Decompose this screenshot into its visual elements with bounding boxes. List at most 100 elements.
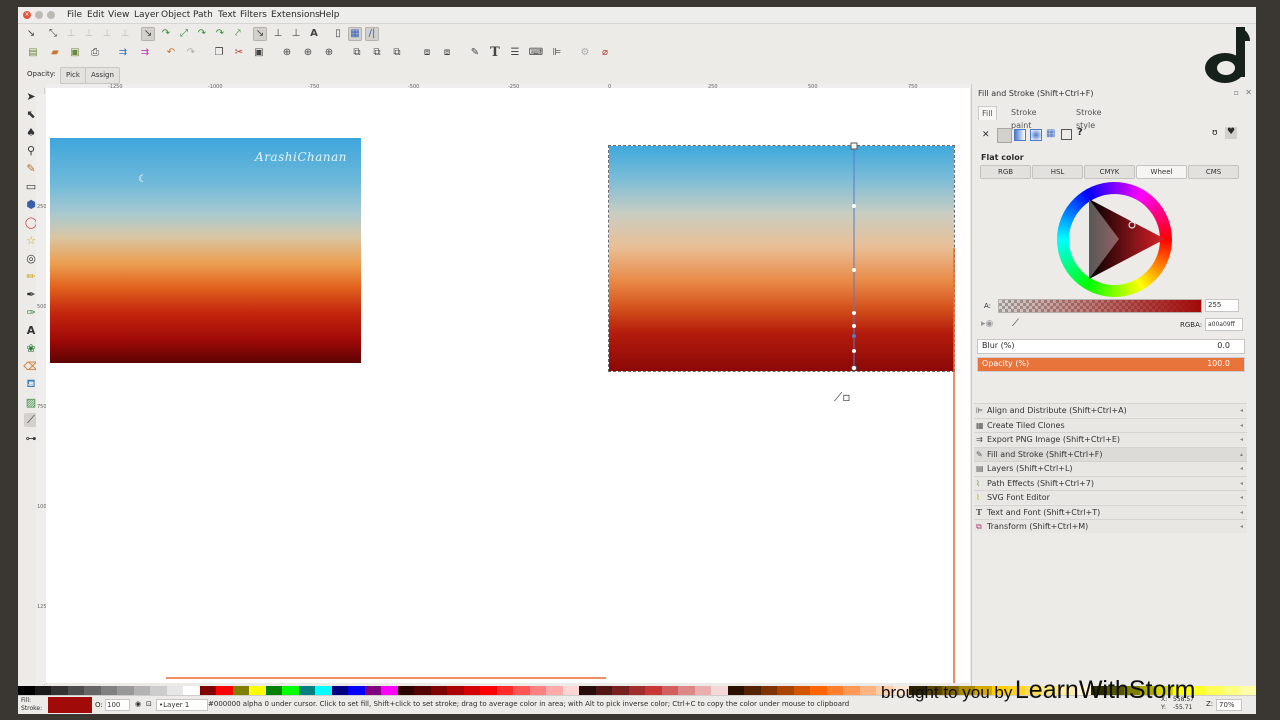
drawing-canvas[interactable]: ArashiChanan ☾ ⟋▫ — [46, 88, 970, 683]
pick-opacity-button[interactable]: Pick — [60, 67, 86, 84]
fill-rule-evenodd-icon[interactable]: ʊ — [1212, 128, 1218, 138]
panel-close-icon[interactable]: ✕ — [1245, 88, 1252, 97]
menu-path[interactable]: Path — [193, 10, 213, 20]
palette-swatch[interactable] — [364, 686, 381, 695]
palette-swatch[interactable] — [562, 686, 579, 695]
palette-swatch[interactable] — [496, 686, 513, 695]
palette-swatch[interactable] — [414, 686, 431, 695]
palette-swatch[interactable] — [628, 686, 645, 695]
node-symmetric-icon[interactable]: ⤢ — [177, 27, 191, 41]
palette-swatch[interactable] — [859, 686, 876, 695]
lock-icon[interactable]: ⊡ — [146, 700, 152, 708]
fill-stroke-dialog-icon[interactable]: ✎ — [468, 46, 482, 60]
palette-swatch[interactable] — [463, 686, 480, 695]
palette-swatch[interactable] — [348, 686, 365, 695]
dock-tiled-clones[interactable]: ▦ Create Tiled Clones ◂ — [974, 418, 1247, 432]
segment-curve-icon[interactable]: ⤤ — [231, 27, 245, 41]
palette-swatch[interactable] — [183, 686, 200, 695]
palette-swatch[interactable] — [678, 686, 695, 695]
text-font-dialog-icon[interactable]: T — [488, 46, 502, 60]
palette-swatch[interactable] — [744, 686, 761, 695]
mode-wheel-tab[interactable]: Wheel — [1136, 165, 1187, 179]
node-add-icon[interactable]: ⤡ — [46, 27, 60, 41]
color-picker-icon[interactable]: ⟋ — [1012, 318, 1019, 329]
export-png-icon[interactable]: ⇉ — [138, 46, 152, 60]
menu-edit[interactable]: Edit — [87, 10, 104, 20]
palette-swatch[interactable] — [331, 686, 348, 695]
group-icon[interactable]: ⧈ — [420, 46, 434, 60]
node-remove-icon[interactable]: ⊥ — [64, 27, 78, 41]
palette-swatch[interactable] — [645, 686, 662, 695]
dock-path-effects[interactable]: ⌇ Path Effects (Shift+Ctrl+7) ◂ — [974, 476, 1247, 490]
palette-swatch[interactable] — [1239, 686, 1256, 695]
palette-swatch[interactable] — [694, 686, 711, 695]
dock-align-distribute[interactable]: ⊫ Align and Distribute (Shift+Ctrl+A) ◂ — [974, 403, 1247, 417]
node-edit-icon[interactable]: ↘ — [24, 27, 38, 41]
flat-color-icon[interactable] — [997, 128, 1012, 143]
dock-fill-stroke[interactable]: ✎ Fill and Stroke (Shift+Ctrl+F) ▴ — [974, 447, 1247, 461]
alpha-slider[interactable] — [998, 299, 1202, 313]
layer-dropdown[interactable]: •Layer 1 — [156, 699, 208, 711]
palette-swatch[interactable] — [34, 686, 51, 695]
visibility-icon[interactable]: ◉ — [135, 700, 141, 708]
minimize-window-icon[interactable] — [35, 11, 43, 19]
palette-swatch[interactable] — [810, 686, 827, 695]
palette-swatch[interactable] — [150, 686, 167, 695]
dock-svg-font-editor[interactable]: ⌇ SVG Font Editor ◂ — [974, 490, 1247, 504]
mode-cmyk-tab[interactable]: CMYK — [1084, 165, 1135, 179]
stroke-to-path-icon[interactable]: ⊥ — [271, 27, 285, 41]
cut-icon[interactable]: ✂ — [232, 46, 246, 60]
show-transform-icon[interactable]: ▦ — [348, 27, 362, 41]
tab-stroke-paint[interactable]: Stroke paint — [1008, 106, 1040, 130]
palette-swatch[interactable] — [612, 686, 629, 695]
save-icon[interactable]: ▣ — [68, 46, 82, 60]
palette-swatch[interactable] — [315, 686, 332, 695]
object-to-path-icon[interactable]: ↘ — [253, 27, 267, 41]
palette-swatch[interactable] — [777, 686, 794, 695]
palette-swatch[interactable] — [133, 686, 150, 695]
palette-swatch[interactable] — [100, 686, 117, 695]
palette-swatch[interactable] — [661, 686, 678, 695]
blur-spinbutton[interactable]: Blur (%) 0.0 — [977, 339, 1245, 354]
assign-opacity-button[interactable]: Assign — [85, 67, 120, 84]
menu-layer[interactable]: Layer — [134, 10, 159, 20]
unlink-clone-icon[interactable]: ⧉ — [390, 46, 404, 60]
color-wheel[interactable] — [1057, 182, 1172, 297]
palette-swatch[interactable] — [727, 686, 744, 695]
palette-swatch[interactable] — [216, 686, 233, 695]
palette-swatch[interactable] — [480, 686, 497, 695]
clone-icon[interactable]: ⧉ — [370, 46, 384, 60]
fill-swatch[interactable] — [48, 697, 92, 713]
palette-swatch[interactable] — [546, 686, 563, 695]
maximize-window-icon[interactable] — [47, 11, 55, 19]
radial-gradient-icon[interactable] — [1030, 129, 1042, 141]
palette-swatch[interactable] — [18, 686, 35, 695]
tab-stroke-style[interactable]: Stroke style — [1073, 106, 1105, 130]
alpha-input[interactable]: 255 — [1205, 299, 1239, 312]
palette-swatch[interactable] — [447, 686, 464, 695]
palette-swatch[interactable] — [166, 686, 183, 695]
show-clip-icon[interactable]: ▯ — [331, 27, 345, 41]
dock-layers[interactable]: ▤ Layers (Shift+Ctrl+L) ◂ — [974, 461, 1247, 475]
no-paint-icon[interactable]: ✕ — [982, 130, 990, 140]
menu-filters[interactable]: Filters — [240, 10, 267, 20]
new-document-icon[interactable]: ▤ — [26, 46, 40, 60]
node-segment-icon[interactable]: ⊥ — [118, 27, 132, 41]
node-break-icon[interactable]: ⊥ — [100, 27, 114, 41]
palette-swatch[interactable] — [397, 686, 414, 695]
dock-text-font[interactable]: T Text and Font (Shift+Ctrl+T) ◂ — [974, 505, 1247, 519]
dock-transform[interactable]: ⧉ Transform (Shift+Ctrl+M) ◂ — [974, 519, 1247, 533]
preferences-icon[interactable]: ⚙ — [578, 46, 592, 60]
show-outline-icon[interactable]: /| — [365, 27, 379, 41]
mode-rgb-tab[interactable]: RGB — [980, 165, 1031, 179]
palette-swatch[interactable] — [117, 686, 134, 695]
xml-editor-icon[interactable]: ☰ — [508, 46, 522, 60]
palette-swatch[interactable] — [51, 686, 68, 695]
zoom-drawing-icon[interactable]: ⊕ — [301, 46, 315, 60]
node-cusp-icon[interactable]: ↘ — [141, 27, 155, 41]
palette-swatch[interactable] — [84, 686, 101, 695]
ungroup-icon[interactable]: ⧈ — [440, 46, 454, 60]
unset-paint-icon[interactable]: ? — [1077, 127, 1083, 138]
menu-object[interactable]: Object — [161, 10, 190, 20]
rgba-input[interactable]: a00a09ff — [1205, 318, 1243, 331]
